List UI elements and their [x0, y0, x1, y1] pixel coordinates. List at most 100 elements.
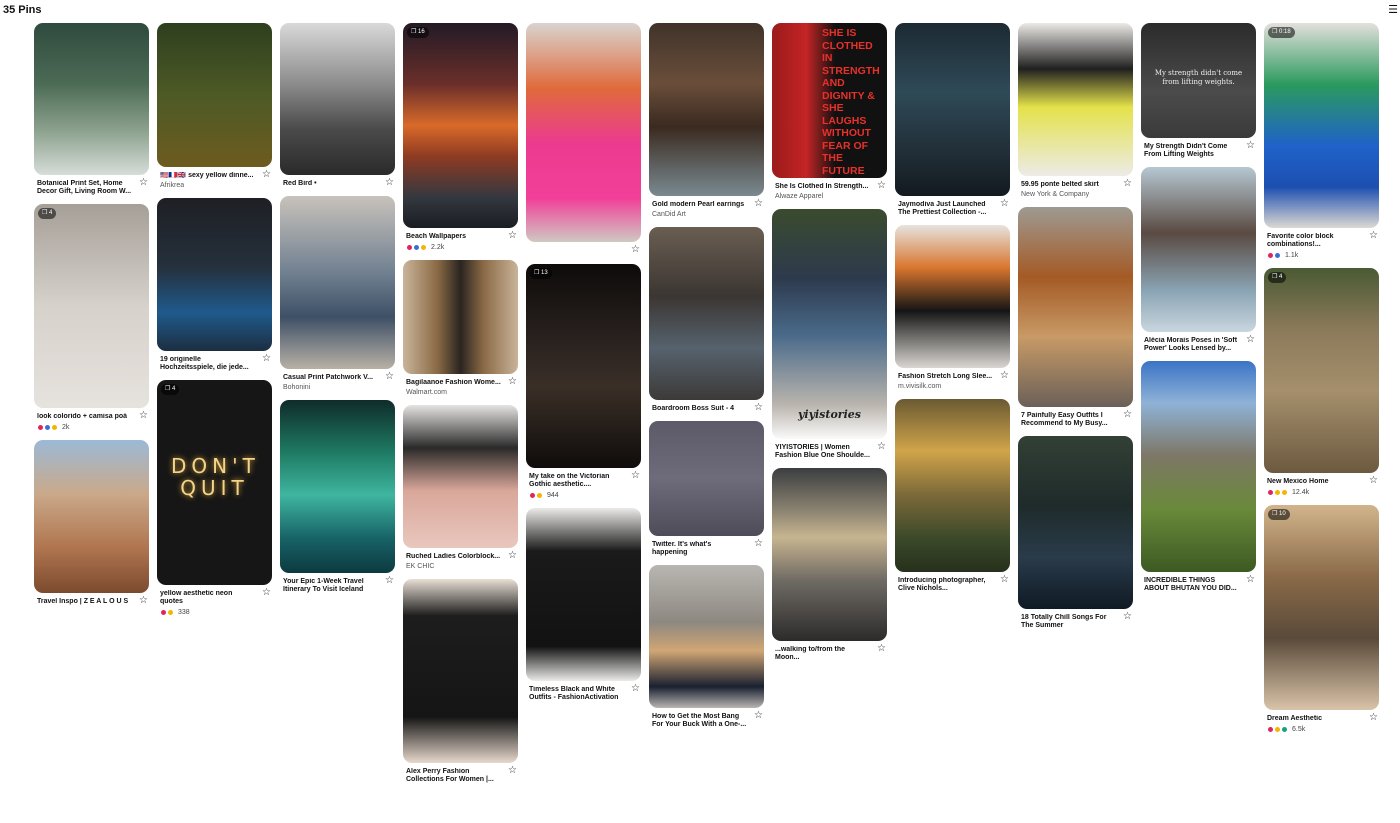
pin-reactions[interactable]: 12.4k — [1267, 488, 1363, 497]
pin-card[interactable]: Travel Inspo | Z E A L O U S ☆ — [34, 440, 149, 606]
pin-image[interactable] — [1141, 361, 1256, 572]
pin-card[interactable]: Introducing photographer, Clive Nichols.… — [895, 399, 1010, 593]
pin-image[interactable] — [1018, 436, 1133, 609]
star-icon[interactable]: ☆ — [1369, 231, 1378, 241]
pin-image[interactable] — [403, 405, 518, 548]
pin-card[interactable]: Casual Print Patchwork V... Bohonini ☆ — [280, 196, 395, 392]
star-icon[interactable]: ☆ — [754, 711, 763, 721]
pin-source[interactable]: Walmart.com — [406, 388, 502, 397]
pin-image[interactable] — [526, 23, 641, 242]
pin-card[interactable]: Gold modern Pearl earrings CanDid Art ☆ — [649, 23, 764, 219]
pin-title[interactable]: YIYISTORIES | Women Fashion Blue One Sho… — [775, 444, 871, 460]
pin-title[interactable]: Alex Perry Fashion Collections For Women… — [406, 768, 502, 784]
star-icon[interactable]: ☆ — [262, 354, 271, 364]
pin-title[interactable]: New Mexico Home — [1267, 478, 1363, 486]
pin-reactions[interactable]: 1.1k — [1267, 251, 1363, 260]
pin-title[interactable]: Alécia Morais Poses in 'Soft Power' Look… — [1144, 337, 1240, 353]
star-icon[interactable]: ☆ — [139, 596, 148, 606]
pin-title[interactable]: Red Bird • — [283, 180, 379, 188]
pin-source[interactable]: CanDid Art — [652, 210, 748, 219]
pin-image[interactable] — [280, 23, 395, 175]
pin-card[interactable]: Red Bird • ☆ — [280, 23, 395, 188]
star-icon[interactable]: ☆ — [262, 170, 271, 180]
pin-title[interactable]: Your Epic 1-Week Travel Itinerary To Vis… — [283, 578, 379, 594]
pin-card[interactable]: ❐ 16 Beach Wallpapers 2.2k ☆ — [403, 23, 518, 252]
star-icon[interactable]: ☆ — [508, 231, 517, 241]
pin-card[interactable]: 🇺🇸🇫🇷🇬🇧 sexy yellow dinne... Afrikrea ☆ — [157, 23, 272, 190]
pin-image[interactable]: ❐ 0:18 — [1264, 23, 1379, 228]
pin-card[interactable]: ❐ 4 look colorido + camisa poá 2k ☆ — [34, 204, 149, 432]
pin-card[interactable]: ...walking to/from the Moon... ☆ — [772, 468, 887, 662]
pin-title[interactable]: Dream Aesthetic — [1267, 715, 1363, 723]
pin-reactions[interactable]: 338 — [160, 608, 256, 617]
star-icon[interactable]: ☆ — [1123, 410, 1132, 420]
pin-title[interactable]: Bagilaanoe Fashion Wome... — [406, 379, 502, 387]
star-icon[interactable]: ☆ — [1369, 476, 1378, 486]
star-icon[interactable]: ☆ — [631, 245, 640, 255]
pin-card[interactable]: yiyistories YIYISTORIES | Women Fashion B… — [772, 209, 887, 460]
pin-image[interactable]: ❐ 10 — [1264, 505, 1379, 710]
pin-reactions[interactable]: 6.5k — [1267, 725, 1363, 734]
pin-title[interactable]: Introducing photographer, Clive Nichols.… — [898, 577, 994, 593]
pin-title[interactable]: Favorite color block combinations!... — [1267, 233, 1363, 249]
star-icon[interactable]: ☆ — [877, 442, 886, 452]
pin-title[interactable]: My Strength Didn't Come From Lifting Wei… — [1144, 143, 1240, 159]
pin-image[interactable] — [34, 23, 149, 175]
star-icon[interactable]: ☆ — [877, 181, 886, 191]
pin-image[interactable] — [1018, 23, 1133, 176]
pin-image[interactable]: SHE IS CLOTHED IN STRENGTH AND DIGNITY &… — [772, 23, 887, 178]
star-icon[interactable]: ☆ — [1369, 713, 1378, 723]
pin-card[interactable]: My strength didn't come from lifting wei… — [1141, 23, 1256, 159]
star-icon[interactable]: ☆ — [139, 411, 148, 421]
pin-title[interactable]: 59.95 ponte belted skirt — [1021, 181, 1117, 189]
pin-image[interactable] — [895, 23, 1010, 196]
pin-card[interactable]: Ruched Ladies Colorblock... EK CHIC ☆ — [403, 405, 518, 571]
pin-source[interactable]: New York & Company — [1021, 190, 1117, 199]
pin-card[interactable]: ❐ 4 New Mexico Home 12.4k ☆ — [1264, 268, 1379, 497]
pin-title[interactable]: INCREDIBLE THINGS ABOUT BHUTAN YOU DID..… — [1144, 577, 1240, 593]
star-icon[interactable]: ☆ — [1246, 141, 1255, 151]
pin-image[interactable] — [1018, 207, 1133, 407]
pin-card[interactable]: How to Get the Most Bang For Your Buck W… — [649, 565, 764, 729]
pin-card[interactable]: ☆ — [526, 23, 641, 256]
pin-image[interactable] — [895, 399, 1010, 572]
star-icon[interactable]: ☆ — [631, 471, 640, 481]
pin-card[interactable]: Timeless Black and White Outfits - Fashi… — [526, 508, 641, 702]
pin-title[interactable]: yellow aesthetic neon quotes — [160, 590, 256, 606]
star-icon[interactable]: ☆ — [139, 178, 148, 188]
pin-card[interactable]: ❐ 0:18 Favorite color block combinations!… — [1264, 23, 1379, 260]
pin-title[interactable]: Jaymodiva Just Launched The Prettiest Co… — [898, 201, 994, 217]
pin-image[interactable] — [157, 198, 272, 351]
pin-image[interactable] — [403, 579, 518, 763]
star-icon[interactable]: ☆ — [754, 403, 763, 413]
pin-image[interactable]: ❐ 4 — [34, 204, 149, 408]
pin-image[interactable] — [526, 508, 641, 681]
pin-image[interactable]: ❐ 4 — [1264, 268, 1379, 473]
star-icon[interactable]: ☆ — [508, 551, 517, 561]
star-icon[interactable]: ☆ — [1246, 335, 1255, 345]
star-icon[interactable]: ☆ — [631, 684, 640, 694]
pin-title[interactable]: ...walking to/from the Moon... — [775, 646, 871, 662]
more-icon[interactable]: ☰ — [1388, 3, 1398, 16]
pin-image[interactable] — [157, 23, 272, 167]
pin-image[interactable] — [649, 23, 764, 196]
pin-title[interactable]: She Is Clothed In Strength... — [775, 183, 871, 191]
pin-card[interactable]: ❐ 13 My take on the Victorian Gothic aest… — [526, 264, 641, 500]
pin-title[interactable]: Casual Print Patchwork V... — [283, 374, 379, 382]
star-icon[interactable]: ☆ — [1000, 371, 1009, 381]
star-icon[interactable]: ☆ — [877, 644, 886, 654]
pin-card[interactable]: INCREDIBLE THINGS ABOUT BHUTAN YOU DID..… — [1141, 361, 1256, 593]
pin-card[interactable]: Twitter. It's what's happening ☆ — [649, 421, 764, 557]
pin-reactions[interactable]: 944 — [529, 491, 625, 500]
pin-title[interactable]: How to Get the Most Bang For Your Buck W… — [652, 713, 748, 729]
pin-card[interactable]: ❐ 4 DON'T QUIT yellow aesthetic neon quote… — [157, 380, 272, 617]
pin-title[interactable]: 19 originelle Hochzeitsspiele, die jede.… — [160, 356, 256, 372]
pin-title[interactable]: Beach Wallpapers — [406, 233, 502, 241]
star-icon[interactable]: ☆ — [1000, 575, 1009, 585]
star-icon[interactable]: ☆ — [508, 766, 517, 776]
pin-card[interactable]: Alex Perry Fashion Collections For Women… — [403, 579, 518, 784]
pin-title[interactable]: Boardroom Boss Suit - 4 — [652, 405, 748, 413]
pin-source[interactable]: EK CHIC — [406, 562, 502, 571]
pin-image[interactable] — [280, 400, 395, 573]
star-icon[interactable]: ☆ — [508, 377, 517, 387]
